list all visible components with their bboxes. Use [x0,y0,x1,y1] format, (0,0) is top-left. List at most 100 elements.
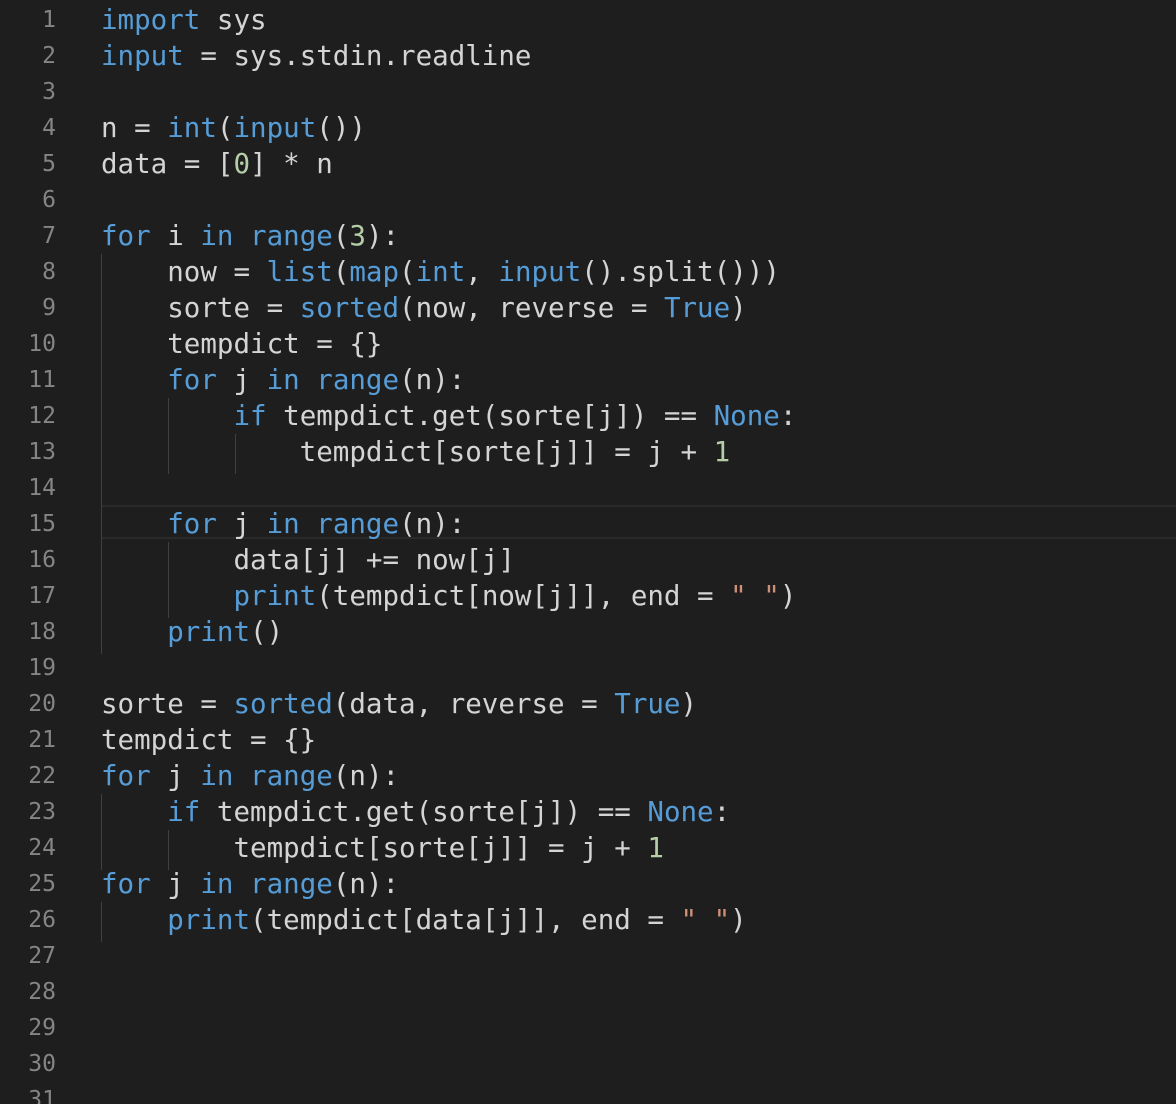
code-token: ] * n [250,148,333,180]
code-line[interactable]: 6 [0,182,1176,218]
line-number: 17 [28,583,56,609]
code-line[interactable]: 2 input = sys.stdin.readline [0,38,1176,74]
line-number: 22 [28,763,56,789]
line-number: 5 [42,151,56,177]
code-token: print [233,580,317,612]
code-token: ) [680,688,698,720]
line-number: 16 [28,547,56,573]
line-number: 24 [28,835,56,861]
line-number: 30 [28,1051,56,1077]
code-token: (n): [399,364,466,396]
code-line[interactable]: 18 print() [0,614,1176,650]
code-line[interactable]: 26 print(tempdict[data[j]], end = " ") [0,902,1176,938]
code-line[interactable]: 15 for j in range(n): [0,506,1176,542]
code-text: print(tempdict[data[j]], end = " ") [101,902,747,938]
line-number: 20 [28,691,56,717]
code-token: True [663,292,731,324]
code-line[interactable]: 7 for i in range(3): [0,218,1176,254]
code-line[interactable]: 19 [0,650,1176,686]
code-token: list [266,256,333,288]
code-token: 3 [349,220,366,252]
code-line[interactable]: 22 for j in range(n): [0,758,1176,794]
code-line[interactable]: 14 [0,470,1176,506]
line-number: 7 [42,223,56,249]
code-text: for i in range(3): [101,218,399,254]
code-token: None [647,796,714,828]
code-token: ( [332,256,350,288]
line-number: 2 [42,43,56,69]
code-line[interactable]: 23 if tempdict.get(sorte[j]) == None: [0,794,1176,830]
code-line[interactable]: 8 now = list(map(int, input().split())) [0,254,1176,290]
code-line[interactable]: 29 [0,1010,1176,1046]
code-token: i [150,220,201,252]
code-line[interactable]: 12 if tempdict.get(sorte[j]) == None: [0,398,1176,434]
code-token: 0 [233,148,251,180]
code-token: ) [730,292,747,324]
code-text: tempdict[sorte[j]] = j + 1 [101,434,730,470]
code-line[interactable]: 16 data[j] += now[j] [0,542,1176,578]
line-number: 10 [28,331,56,357]
code-text: for j in range(n): [101,758,399,794]
code-token: tempdict[sorte[j]] = j + [101,832,648,864]
code-token: input [498,256,582,288]
code-line[interactable]: 24 tempdict[sorte[j]] = j + 1 [0,830,1176,866]
code-line[interactable]: 27 [0,938,1176,974]
code-text: if tempdict.get(sorte[j]) == None: [101,794,730,830]
code-text: sorte = sorted(now, reverse = True) [101,290,747,326]
code-token: : [779,400,797,432]
code-line[interactable]: 11 for j in range(n): [0,362,1176,398]
code-line[interactable]: 13 tempdict[sorte[j]] = j + 1 [0,434,1176,470]
line-number: 28 [28,979,56,1005]
code-token: = sys.stdin.readline [183,40,532,72]
code-token: 1 [647,832,664,864]
code-token: print [167,616,251,648]
code-line[interactable]: 5 data = [0] * n [0,146,1176,182]
code-text: now = list(map(int, input().split())) [101,254,780,290]
code-token: data[j] += now[j] [101,544,515,576]
code-line[interactable]: 30 [0,1046,1176,1082]
code-token: ( [216,112,234,144]
code-text: for j in range(n): [101,506,465,542]
code-token: sorte = [101,292,300,324]
code-line[interactable]: 10 tempdict = {} [0,326,1176,362]
code-token: ().split())) [581,256,780,288]
code-token: for [101,760,151,792]
code-line[interactable]: 9 sorte = sorted(now, reverse = True) [0,290,1176,326]
code-token: True [614,688,681,720]
line-number: 29 [28,1015,56,1041]
line-number: 19 [28,655,56,681]
code-token: j [216,508,267,540]
code-line[interactable]: 17 print(tempdict[now[j]], end = " ") [0,578,1176,614]
code-token: j [150,760,201,792]
code-token: tempdict = {} [101,328,383,360]
code-token: in [200,220,234,252]
code-token: () [250,616,284,648]
code-token: ) [730,904,747,936]
code-line[interactable]: 1 import sys [0,2,1176,38]
line-number: 8 [42,259,56,285]
code-line[interactable]: 25 for j in range(n): [0,866,1176,902]
code-text: tempdict = {} [101,722,316,758]
code-token: None [713,400,780,432]
line-number: 3 [42,79,56,105]
code-editor[interactable]: 1 import sys 2 input = sys.stdin.readline 3 4… [0,0,1176,1104]
code-token: input [101,40,184,72]
code-token: range [316,364,400,396]
code-line[interactable]: 4 n = int(input()) [0,110,1176,146]
code-line[interactable]: 20 sorte = sorted(data, reverse = True) [0,686,1176,722]
code-token: n = [101,112,168,144]
code-line[interactable]: 28 [0,974,1176,1010]
code-token: ) [779,580,797,612]
code-line[interactable]: 21 tempdict = {} [0,722,1176,758]
line-number: 26 [28,907,56,933]
code-line[interactable]: 3 [0,74,1176,110]
code-token: if [233,400,267,432]
line-number: 4 [42,115,56,141]
code-token: (data, reverse = [332,688,615,720]
code-text: data[j] += now[j] [101,542,515,578]
code-line[interactable]: 31 [0,1082,1176,1104]
